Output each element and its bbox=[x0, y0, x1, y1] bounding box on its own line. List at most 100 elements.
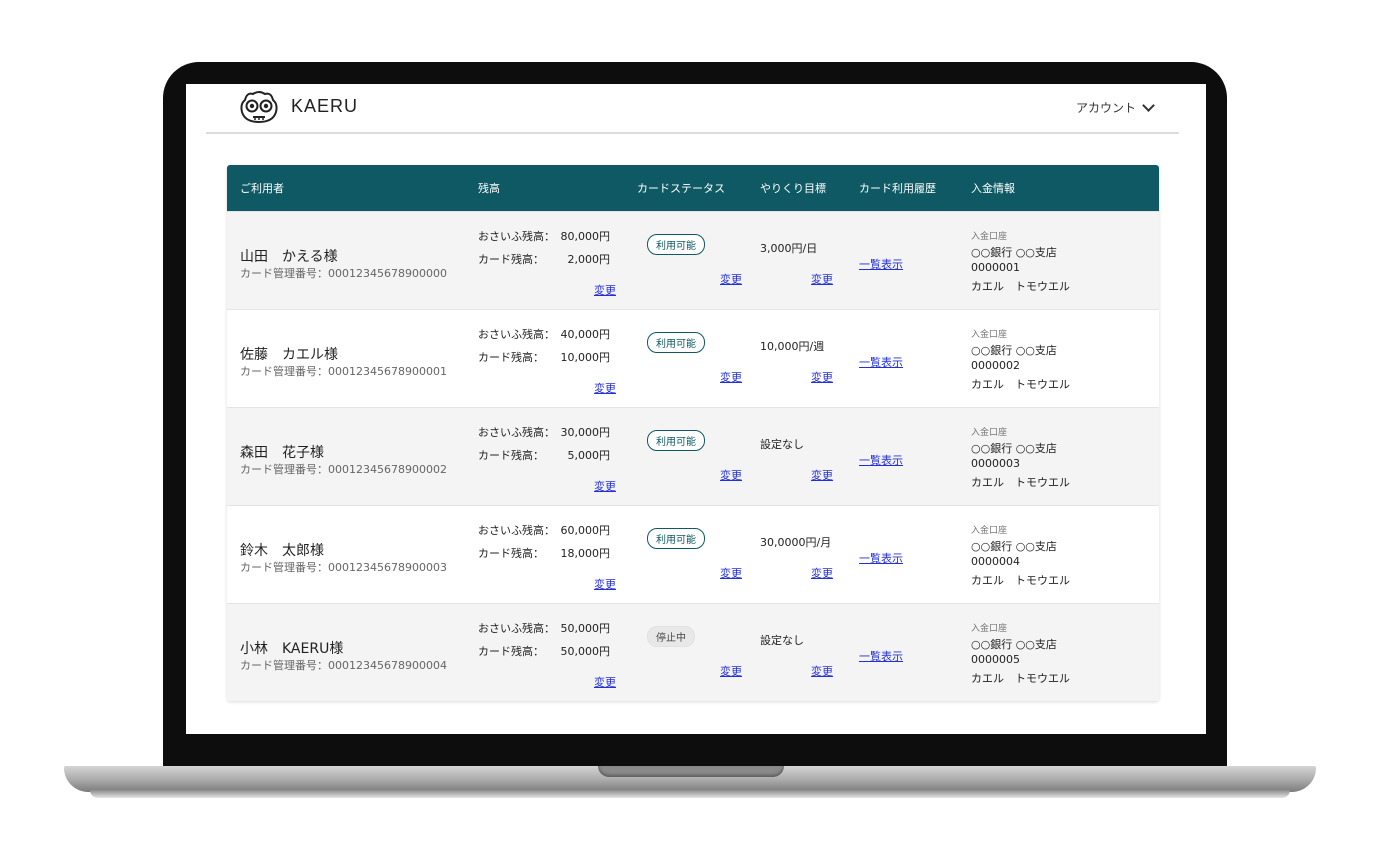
frog-logo-icon[interactable] bbox=[239, 90, 279, 124]
wallet-label: おさいふ残高： bbox=[478, 524, 555, 537]
balance-change-link[interactable]: 変更 bbox=[594, 674, 616, 690]
balance-change-link[interactable]: 変更 bbox=[594, 478, 616, 494]
history-link[interactable]: 一覧表示 bbox=[859, 550, 903, 566]
deposit-cell: 入金口座 ○○銀行 ○○支店 0000004 カエル トモウエル bbox=[971, 506, 1159, 603]
status-cell: 利用可能 変更 bbox=[637, 310, 760, 407]
deposit-bank: ○○銀行 ○○支店 bbox=[971, 246, 1057, 259]
table-row: 山田 かえる様 カード管理番号：00012345678900000 おさいふ残高… bbox=[227, 211, 1159, 309]
wallet-balance: 60,000円 bbox=[560, 524, 611, 537]
user-name: 佐藤 カエル様 bbox=[240, 347, 338, 363]
table-header: ご利用者 残高 カードステータス やりくり目標 カード利用履歴 入金情報 bbox=[227, 165, 1159, 211]
deposit-label: 入金口座 bbox=[971, 232, 1008, 242]
history-link[interactable]: 一覧表示 bbox=[859, 354, 903, 370]
goal-cell: 30,0000円/月 変更 bbox=[760, 506, 859, 603]
goal-change-link[interactable]: 変更 bbox=[811, 467, 833, 483]
user-name: 小林 KAERU様 bbox=[240, 641, 344, 657]
goal-change-link[interactable]: 変更 bbox=[811, 663, 833, 679]
column-deposit: 入金情報 bbox=[971, 182, 1015, 195]
goal-value: 3,000円/日 bbox=[760, 242, 818, 255]
card-label: カード残高： bbox=[478, 645, 544, 658]
account-menu[interactable]: アカウント bbox=[1075, 99, 1155, 116]
goal-change-link[interactable]: 変更 bbox=[811, 271, 833, 287]
deposit-bank: ○○銀行 ○○支店 bbox=[971, 540, 1057, 553]
balance-change-link[interactable]: 変更 bbox=[594, 380, 616, 396]
table-row: 小林 KAERU様 カード管理番号：00012345678900004 おさいふ… bbox=[227, 603, 1159, 701]
wallet-balance: 50,000円 bbox=[560, 622, 611, 635]
status-badge: 利用可能 bbox=[647, 528, 705, 549]
wallet-balance: 40,000円 bbox=[560, 328, 611, 341]
deposit-holder: カエル トモウエル bbox=[971, 672, 1070, 685]
deposit-account-number: 0000003 bbox=[971, 457, 1020, 470]
card-label: カード残高： bbox=[478, 253, 544, 266]
chevron-down-icon bbox=[1142, 99, 1155, 112]
history-cell: 一覧表示 bbox=[859, 408, 971, 505]
balance-cell: おさいふ残高： 60,000円 カード残高： 18,000円 変更 bbox=[478, 506, 637, 603]
balance-change-link[interactable]: 変更 bbox=[594, 282, 616, 298]
deposit-label: 入金口座 bbox=[971, 624, 1008, 634]
deposit-bank: ○○銀行 ○○支店 bbox=[971, 442, 1057, 455]
history-link[interactable]: 一覧表示 bbox=[859, 648, 903, 664]
card-id: カード管理番号：00012345678900004 bbox=[240, 659, 447, 672]
user-cell: 佐藤 カエル様 カード管理番号：00012345678900001 bbox=[227, 310, 478, 407]
history-link[interactable]: 一覧表示 bbox=[859, 452, 903, 468]
laptop-base-shadow bbox=[90, 790, 1290, 798]
status-change-link[interactable]: 変更 bbox=[720, 369, 742, 385]
brand-name: KAERU bbox=[291, 96, 359, 116]
user-cell: 山田 かえる様 カード管理番号：00012345678900000 bbox=[227, 212, 478, 309]
table-row: 佐藤 カエル様 カード管理番号：00012345678900001 おさいふ残高… bbox=[227, 309, 1159, 407]
balance-cell: おさいふ残高： 50,000円 カード残高： 50,000円 変更 bbox=[478, 604, 637, 701]
users-table: ご利用者 残高 カードステータス やりくり目標 カード利用履歴 入金情報 山田 … bbox=[227, 165, 1159, 701]
deposit-holder: カエル トモウエル bbox=[971, 280, 1070, 293]
status-change-link[interactable]: 変更 bbox=[720, 467, 742, 483]
card-label: カード残高： bbox=[478, 351, 544, 364]
card-balance: 10,000円 bbox=[560, 351, 611, 364]
wallet-label: おさいふ残高： bbox=[478, 230, 555, 243]
status-badge: 利用可能 bbox=[647, 430, 705, 451]
history-link[interactable]: 一覧表示 bbox=[859, 256, 903, 272]
user-name: 山田 かえる様 bbox=[240, 249, 338, 265]
deposit-cell: 入金口座 ○○銀行 ○○支店 0000005 カエル トモウエル bbox=[971, 604, 1159, 701]
card-id: カード管理番号：00012345678900000 bbox=[240, 267, 447, 280]
user-cell: 鈴木 太郎様 カード管理番号：00012345678900003 bbox=[227, 506, 478, 603]
goal-cell: 設定なし 変更 bbox=[760, 604, 859, 701]
balance-change-link[interactable]: 変更 bbox=[594, 576, 616, 592]
goal-change-link[interactable]: 変更 bbox=[811, 369, 833, 385]
card-balance: 5,000円 bbox=[567, 449, 611, 462]
column-history: カード利用履歴 bbox=[859, 182, 936, 195]
history-cell: 一覧表示 bbox=[859, 604, 971, 701]
deposit-bank: ○○銀行 ○○支店 bbox=[971, 638, 1057, 651]
deposit-account-number: 0000002 bbox=[971, 359, 1020, 372]
deposit-holder: カエル トモウエル bbox=[971, 378, 1070, 391]
deposit-label: 入金口座 bbox=[971, 526, 1008, 536]
status-cell: 利用可能 変更 bbox=[637, 212, 760, 309]
status-badge: 利用可能 bbox=[647, 332, 705, 353]
history-cell: 一覧表示 bbox=[859, 310, 971, 407]
card-balance: 50,000円 bbox=[560, 645, 611, 658]
deposit-cell: 入金口座 ○○銀行 ○○支店 0000001 カエル トモウエル bbox=[971, 212, 1159, 309]
table-row: 森田 花子様 カード管理番号：00012345678900002 おさいふ残高：… bbox=[227, 407, 1159, 505]
status-cell: 利用可能 変更 bbox=[637, 408, 760, 505]
history-cell: 一覧表示 bbox=[859, 212, 971, 309]
user-cell: 小林 KAERU様 カード管理番号：00012345678900004 bbox=[227, 604, 478, 701]
user-cell: 森田 花子様 カード管理番号：00012345678900002 bbox=[227, 408, 478, 505]
status-change-link[interactable]: 変更 bbox=[720, 565, 742, 581]
status-change-link[interactable]: 変更 bbox=[720, 271, 742, 287]
status-badge: 利用可能 bbox=[647, 234, 705, 255]
deposit-label: 入金口座 bbox=[971, 330, 1008, 340]
user-name: 森田 花子様 bbox=[240, 445, 324, 461]
card-balance: 2,000円 bbox=[567, 253, 611, 266]
status-change-link[interactable]: 変更 bbox=[720, 663, 742, 679]
card-id: カード管理番号：00012345678900001 bbox=[240, 365, 447, 378]
deposit-bank: ○○銀行 ○○支店 bbox=[971, 344, 1057, 357]
account-label: アカウント bbox=[1075, 101, 1136, 115]
wallet-balance: 80,000円 bbox=[560, 230, 611, 243]
screen: KAERU アカウント ご利用者 残高 カードステータス やりくり目標 カード利… bbox=[186, 84, 1206, 734]
app-header: KAERU アカウント bbox=[206, 84, 1179, 134]
card-label: カード残高： bbox=[478, 449, 544, 462]
wallet-balance: 30,000円 bbox=[560, 426, 611, 439]
goal-change-link[interactable]: 変更 bbox=[811, 565, 833, 581]
card-id: カード管理番号：00012345678900003 bbox=[240, 561, 447, 574]
deposit-holder: カエル トモウエル bbox=[971, 476, 1070, 489]
card-balance: 18,000円 bbox=[560, 547, 611, 560]
deposit-account-number: 0000004 bbox=[971, 555, 1020, 568]
